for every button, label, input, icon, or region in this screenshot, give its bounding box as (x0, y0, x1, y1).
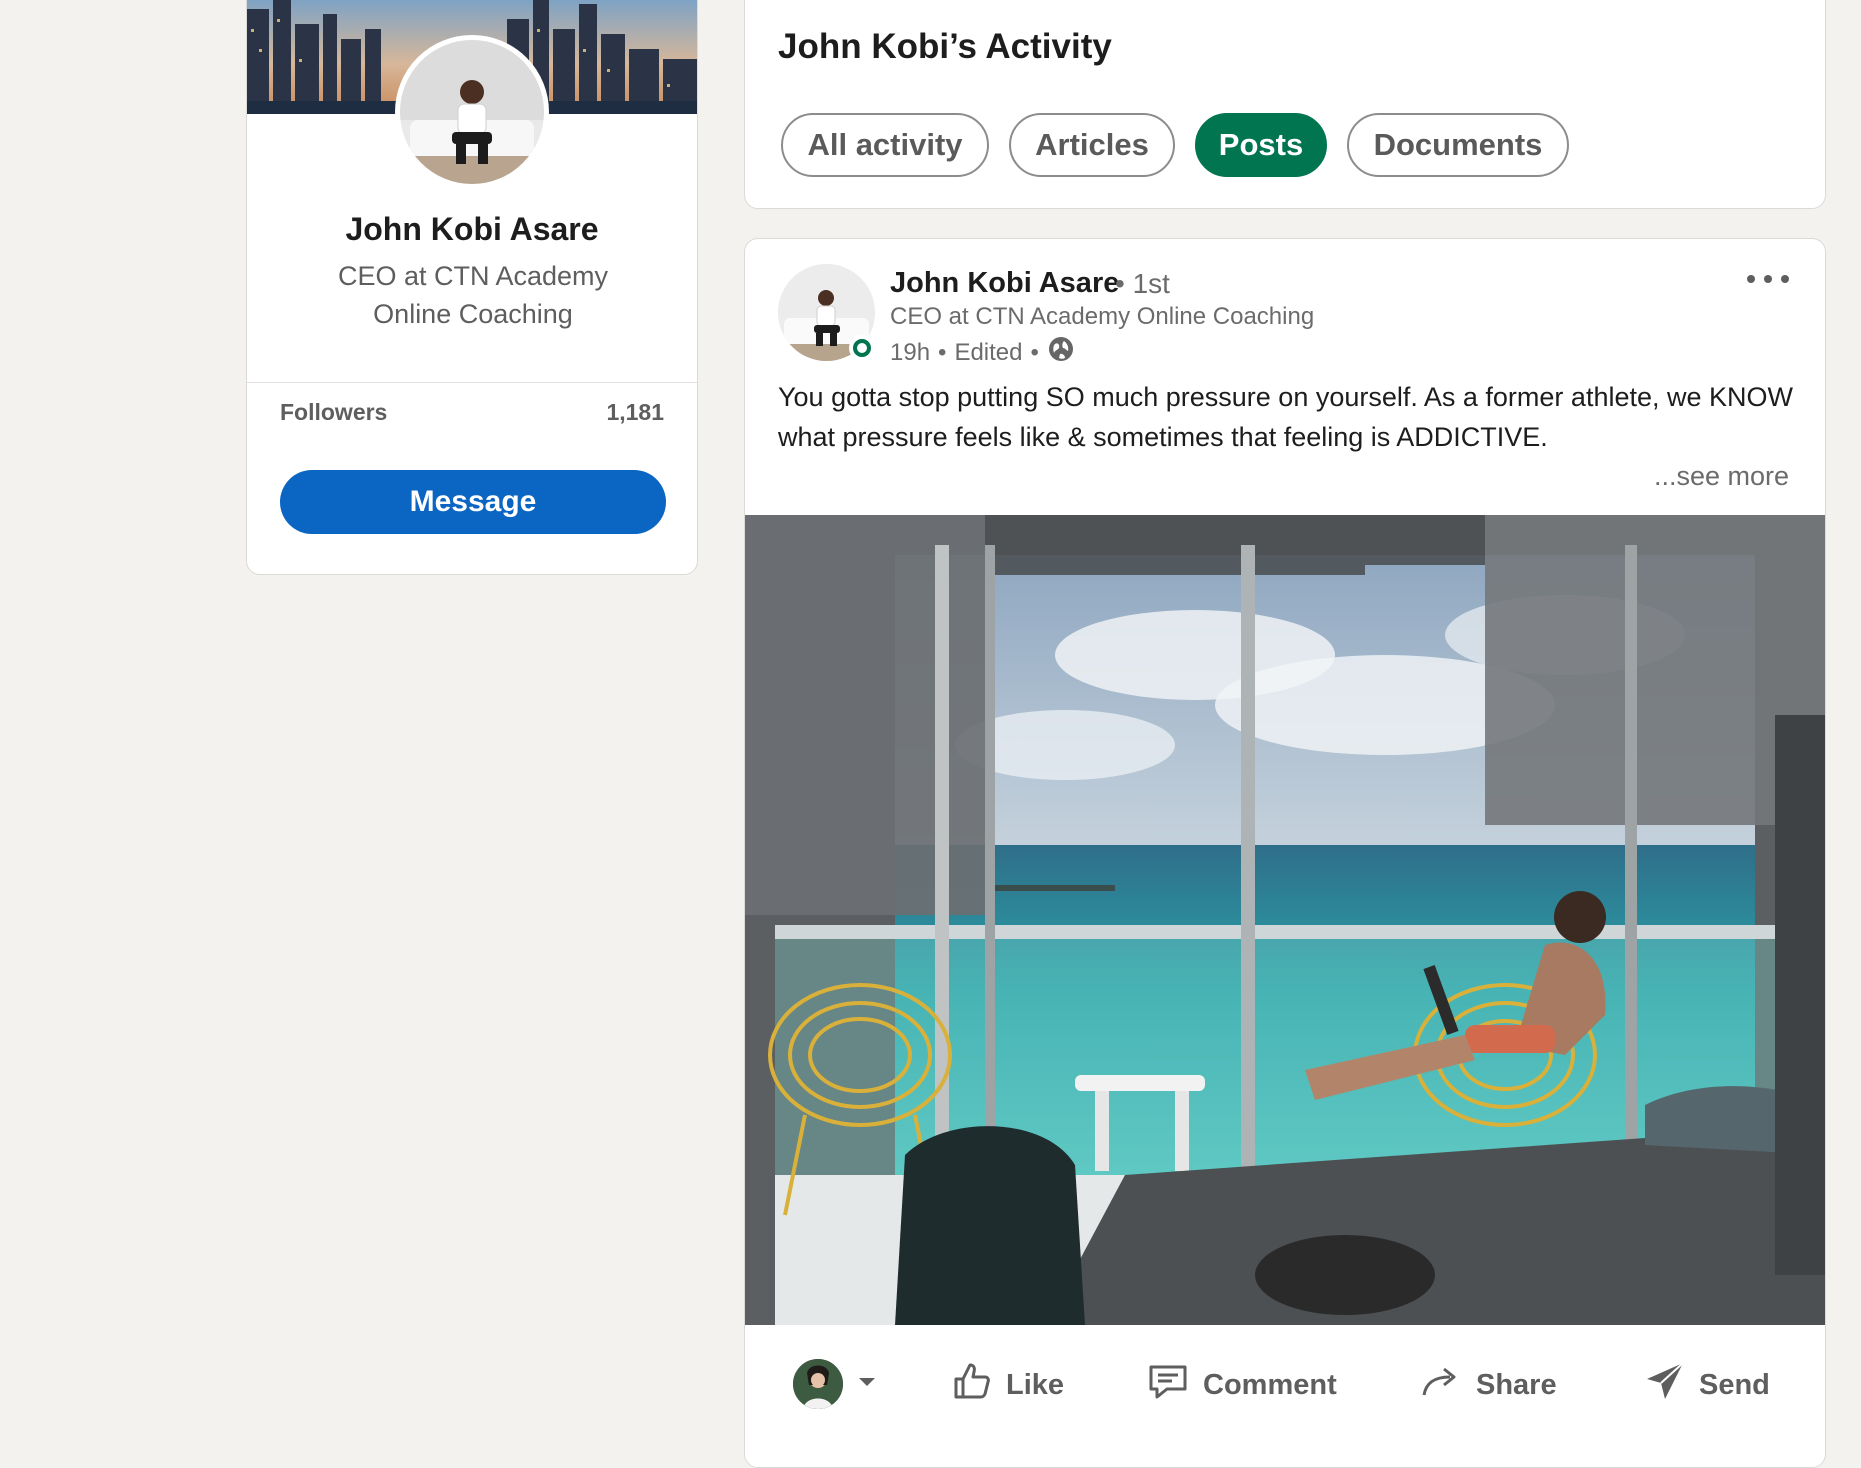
send-icon (1643, 1359, 1687, 1411)
filter-all-activity[interactable]: All activity (781, 113, 989, 177)
reaction-as-selector[interactable] (793, 1359, 877, 1409)
profile-headline: CEO at CTN Academy Online Coaching (337, 261, 609, 329)
share-label: Share (1476, 1368, 1557, 1401)
more-options-icon[interactable] (1743, 267, 1793, 291)
like-icon (950, 1359, 994, 1411)
send-button[interactable]: Send (1643, 1325, 1770, 1445)
filter-documents[interactable]: Documents (1347, 113, 1569, 177)
profile-name[interactable]: John Kobi Asare (247, 211, 697, 248)
meta-separator: • (938, 338, 947, 366)
globe-icon (1047, 335, 1075, 370)
post-card: John Kobi Asare • 1st CEO at CTN Academy… (744, 238, 1826, 1468)
profile-avatar[interactable] (395, 35, 549, 189)
followers-label: Followers (280, 399, 388, 425)
caret-down-icon (857, 1375, 877, 1393)
send-label: Send (1699, 1368, 1770, 1401)
post-text: You gotta stop putting SO much pressure … (778, 382, 1794, 452)
profile-card: John Kobi Asare CEO at CTN Academy Onlin… (246, 0, 698, 575)
connection-degree: • 1st (1115, 268, 1170, 299)
post-action-bar: Like Comment Share Send (745, 1325, 1825, 1455)
share-icon (1418, 1359, 1464, 1411)
comment-button[interactable]: Comment (1145, 1325, 1337, 1445)
activity-card: John Kobi’s Activity All activity Articl… (744, 0, 1826, 209)
like-label: Like (1006, 1368, 1065, 1401)
viewer-avatar (793, 1359, 843, 1409)
post-time: 19h (890, 338, 931, 366)
activity-title: John Kobi’s Activity (778, 27, 1112, 66)
message-button[interactable]: Message (280, 470, 666, 534)
post-author-headline: CEO at CTN Academy Online Coaching (890, 303, 1315, 330)
like-button[interactable]: Like (950, 1325, 1064, 1445)
profile-divider (247, 382, 697, 383)
post-image[interactable] (745, 515, 1825, 1325)
post-edited: Edited (954, 338, 1023, 366)
comment-label: Comment (1203, 1368, 1337, 1401)
meta-separator: • (1030, 338, 1039, 366)
filter-posts[interactable]: Posts (1195, 113, 1327, 177)
followers-count: 1,181 (606, 399, 664, 425)
post-author-name[interactable]: John Kobi Asare (890, 267, 1119, 300)
online-status-indicator (849, 335, 875, 361)
see-more-link[interactable]: ...see more (1654, 461, 1789, 492)
comment-icon (1145, 1359, 1191, 1411)
share-button[interactable]: Share (1418, 1325, 1557, 1445)
filter-articles[interactable]: Articles (1009, 113, 1175, 177)
post-meta: 19h • Edited • (890, 335, 1075, 370)
